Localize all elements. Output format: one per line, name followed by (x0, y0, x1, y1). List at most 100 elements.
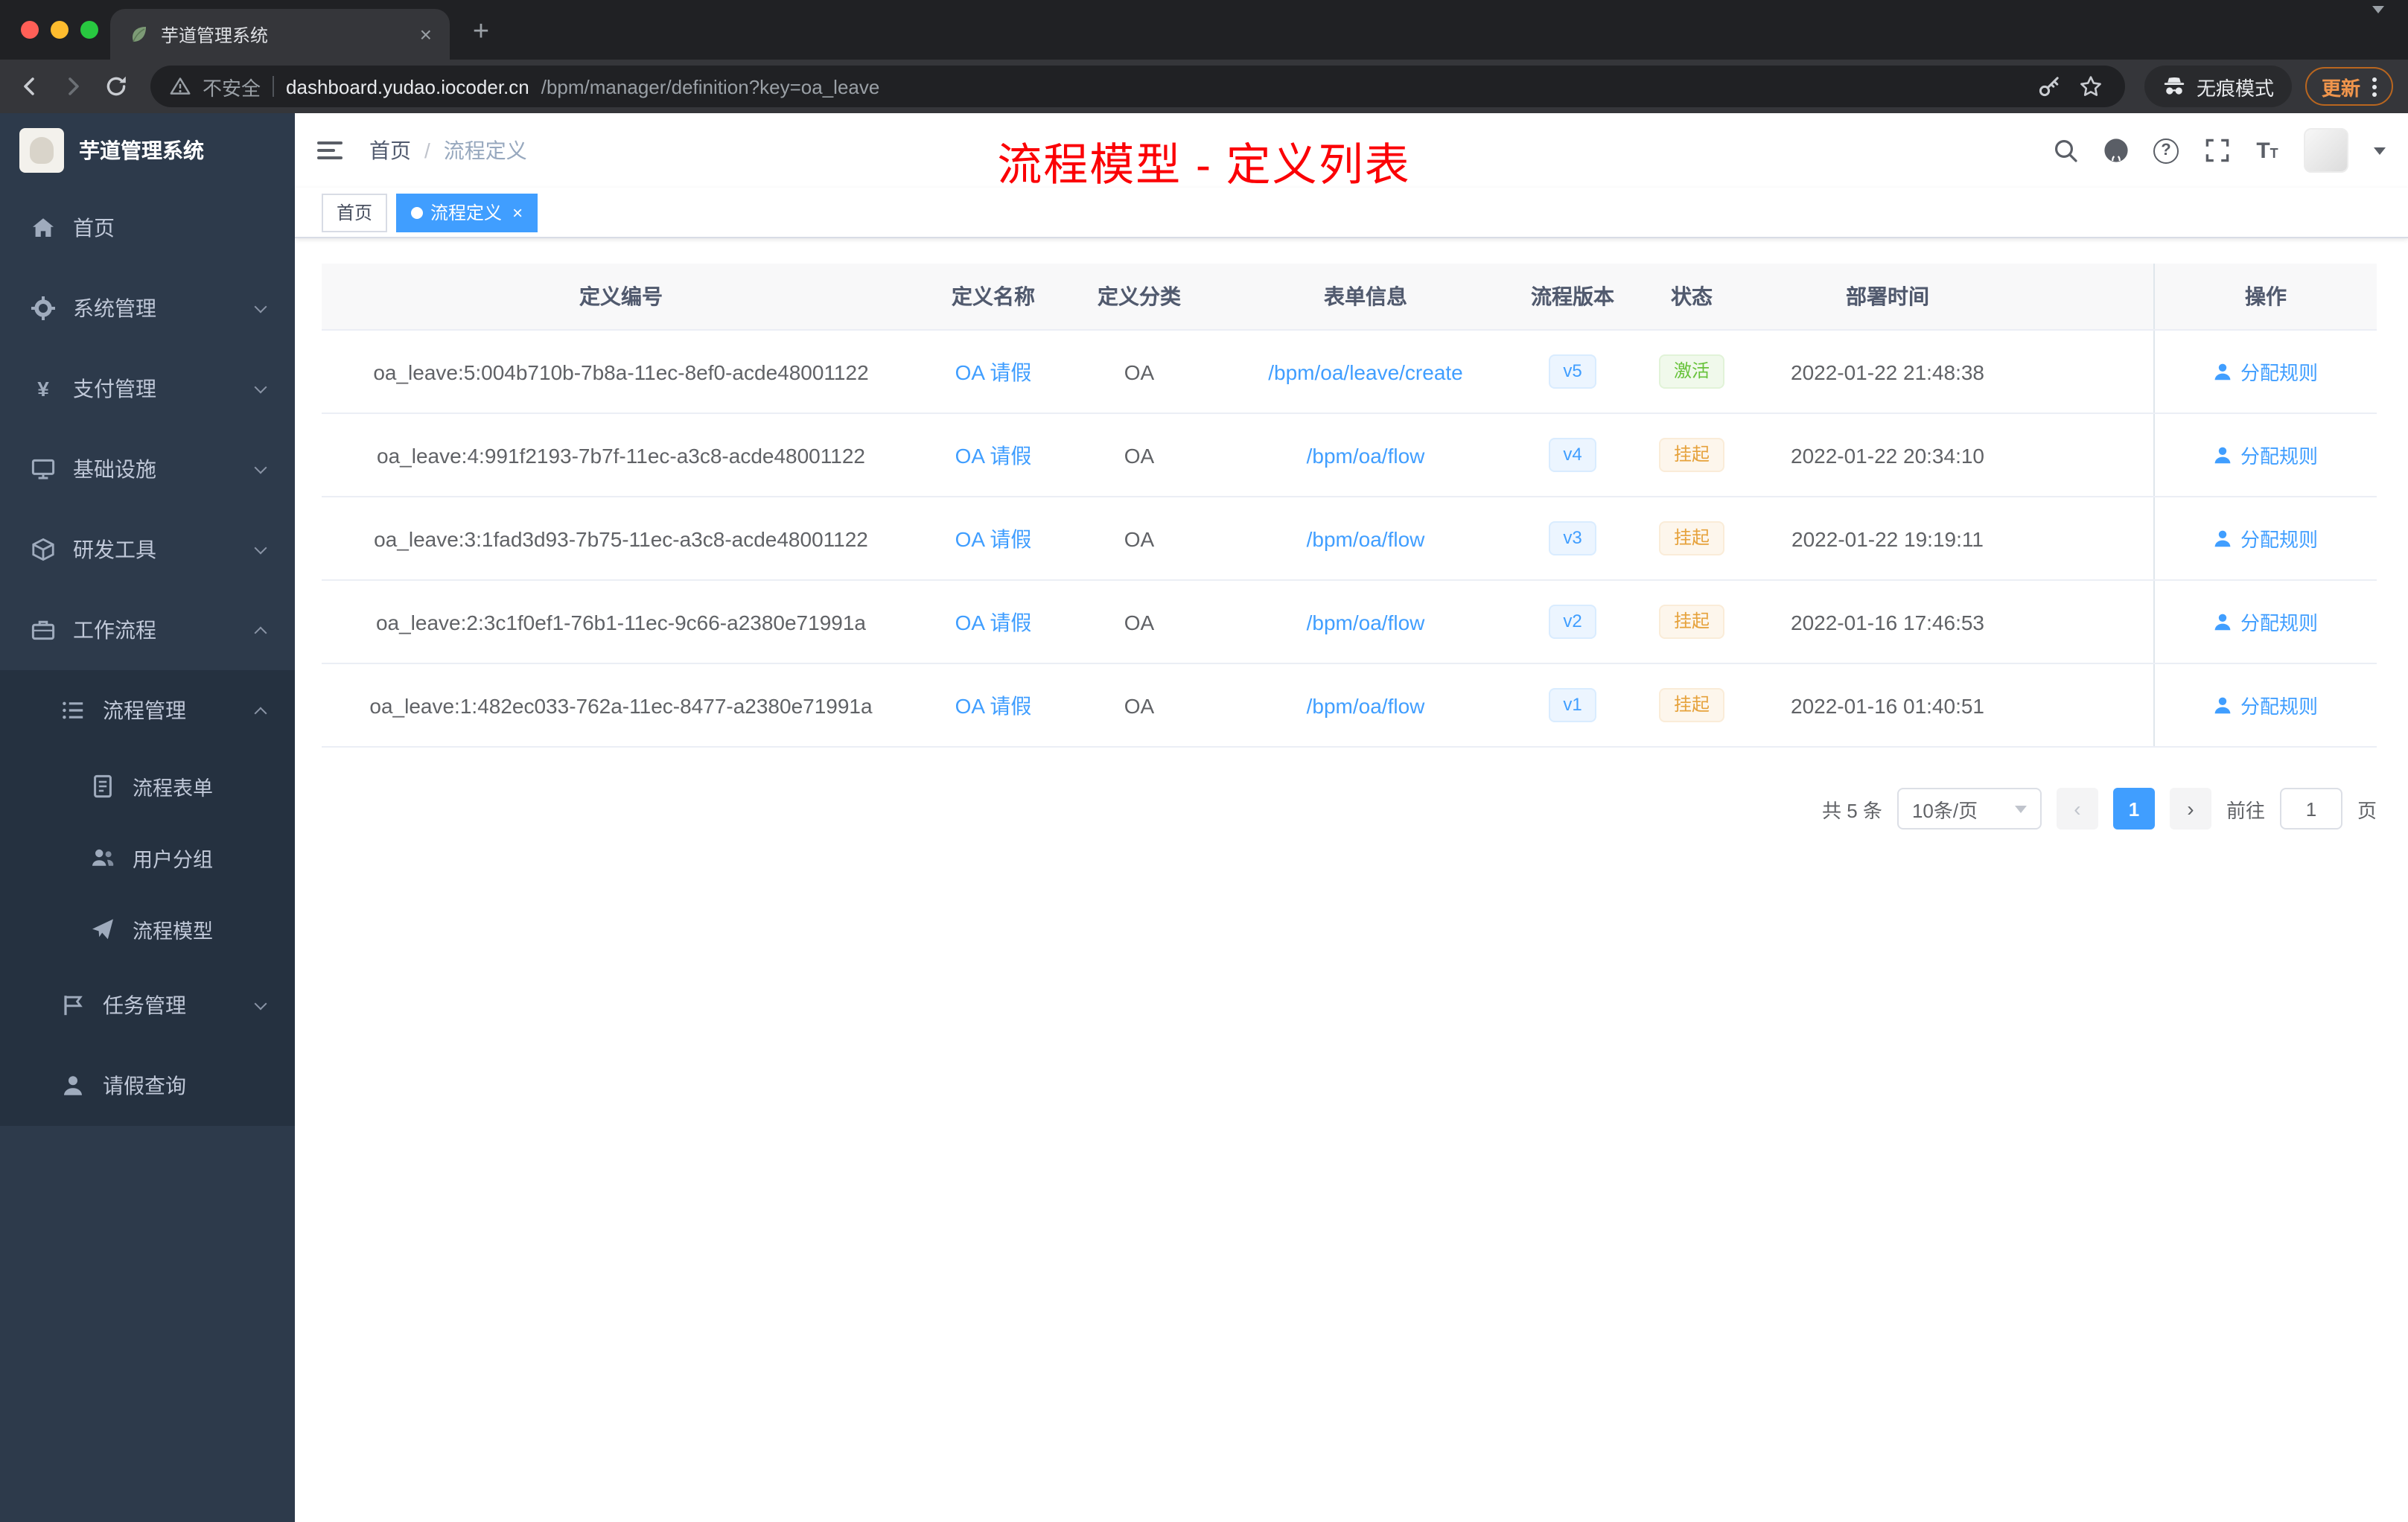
sidebar-item-process-model[interactable]: 流程模型 (0, 894, 295, 965)
sidebar-item-payment[interactable]: ¥ 支付管理 (0, 348, 295, 429)
col-status: 状态 (1671, 284, 1713, 308)
status-badge: 挂起 (1658, 688, 1724, 722)
col-deploy-time: 部署时间 (1846, 284, 1929, 308)
cell-category: OA (1124, 610, 1155, 634)
sidebar-item-system[interactable]: 系统管理 (0, 268, 295, 348)
assign-rule-link[interactable]: 分配规则 (2214, 357, 2318, 386)
definition-name-link[interactable]: OA 请假 (955, 443, 1032, 467)
cell-status: 挂起 (1626, 605, 1757, 639)
definition-table: 定义编号 定义名称 定义分类 表单信息 流程版本 状态 部署时间 操作 oa_l… (322, 264, 2377, 748)
sidebar-item-label: 基础设施 (73, 457, 156, 481)
github-icon[interactable] (2101, 136, 2130, 165)
cell-actions: 分配规则 (2153, 414, 2377, 496)
page-size-select[interactable]: 10条/页 (1896, 788, 2042, 830)
browser-tabstrip: 芋道管理系统 × + (0, 0, 2408, 60)
definition-name-link[interactable]: OA 请假 (955, 526, 1032, 550)
incognito-badge: 无痕模式 (2144, 66, 2292, 107)
chevron-down-icon (254, 299, 267, 313)
cell-definition-id: oa_leave:1:482ec033-762a-11ec-8477-a2380… (369, 693, 873, 717)
form-info-link[interactable]: /bpm/oa/flow (1307, 610, 1425, 634)
status-badge: 挂起 (1658, 605, 1724, 639)
help-icon[interactable]: ? (2152, 136, 2180, 165)
sidebar-item-user-group[interactable]: 用户分组 (0, 822, 295, 894)
user-icon (2215, 530, 2232, 547)
form-info-link[interactable]: /bpm/oa/flow (1307, 443, 1425, 467)
sidebar-item-devtools[interactable]: 研发工具 (0, 509, 295, 590)
cell-definition-id: oa_leave:5:004b710b-7b8a-11ec-8ef0-acde4… (373, 360, 869, 383)
window-minimize-button[interactable] (51, 21, 69, 39)
cell-definition-id: oa_leave:4:991f2193-7b7f-11ec-a3c8-acde4… (377, 443, 865, 467)
prev-page-button[interactable]: ‹ (2056, 788, 2098, 830)
chevron-down-icon (254, 380, 267, 393)
browser-window: 芋道管理系统 × + 不安全 dashboard.yudao.iocoder.c… (0, 0, 2408, 1522)
form-info-link[interactable]: /bpm/oa/leave/create (1268, 360, 1463, 383)
user-group-icon (92, 849, 114, 866)
browser-menu-icon[interactable] (2372, 77, 2377, 96)
assign-rule-link[interactable]: 分配规则 (2214, 524, 2318, 553)
sidebar-item-workflow[interactable]: 工作流程 (0, 590, 295, 670)
col-actions: 操作 (2153, 264, 2377, 329)
window-zoom-button[interactable] (80, 21, 98, 39)
user-icon (2215, 614, 2232, 631)
pagination: 共 5 条 10条/页 ‹ 1 › 前往 页 (322, 788, 2377, 830)
chevron-up-icon (254, 625, 267, 639)
sidebar-item-process-management[interactable]: 流程管理 (0, 670, 295, 751)
sidebar-item-leave-query[interactable]: 请假查询 (0, 1045, 295, 1126)
briefcase-icon (31, 620, 55, 640)
bookmark-star-icon[interactable] (2076, 71, 2106, 101)
fullscreen-icon[interactable] (2202, 136, 2231, 165)
back-icon[interactable] (15, 71, 45, 101)
cell-version: v4 (1519, 438, 1626, 472)
cell-status: 挂起 (1626, 688, 1757, 722)
sidebar-item-home[interactable]: 首页 (0, 188, 295, 268)
yen-icon: ¥ (37, 377, 49, 401)
sidebar-item-task-management[interactable]: 任务管理 (0, 965, 295, 1045)
cell-actions: 分配规则 (2153, 497, 2377, 579)
tag-process-definition[interactable]: 流程定义 × (396, 193, 538, 232)
tab-search-icon[interactable] (2372, 6, 2384, 40)
browser-tab[interactable]: 芋道管理系统 × (110, 9, 450, 60)
sidebar-item-infrastructure[interactable]: 基础设施 (0, 429, 295, 509)
avatar-caret-icon[interactable] (2374, 147, 2386, 154)
assign-rule-link[interactable]: 分配规则 (2214, 608, 2318, 636)
breadcrumb-home[interactable]: 首页 (369, 136, 411, 165)
tag-close-icon[interactable]: × (512, 202, 523, 223)
assign-rule-link[interactable]: 分配规则 (2214, 691, 2318, 719)
new-tab-button[interactable]: + (459, 10, 503, 55)
cube-icon (32, 538, 54, 561)
goto-page-input[interactable] (2279, 788, 2342, 830)
chevron-down-icon (254, 460, 267, 474)
password-key-icon[interactable] (2034, 71, 2064, 101)
url-host: dashboard.yudao.iocoder.cn (286, 75, 529, 98)
cell-definition-name: OA 请假 (920, 523, 1066, 553)
definition-name-link[interactable]: OA 请假 (955, 360, 1032, 383)
chevron-down-icon (2014, 805, 2027, 812)
window-close-button[interactable] (21, 21, 39, 39)
cell-category: OA (1124, 443, 1155, 467)
table-header-row: 定义编号 定义名称 定义分类 表单信息 流程版本 状态 部署时间 操作 (322, 264, 2377, 331)
definition-name-link[interactable]: OA 请假 (955, 693, 1032, 717)
avatar[interactable] (2304, 128, 2348, 173)
form-info-link[interactable]: /bpm/oa/flow (1307, 526, 1425, 550)
current-page-button[interactable]: 1 (2112, 788, 2155, 830)
tag-home[interactable]: 首页 (322, 193, 388, 232)
address-bar[interactable]: 不安全 dashboard.yudao.iocoder.cn/bpm/manag… (150, 66, 2125, 107)
tab-close-icon[interactable]: × (420, 22, 432, 46)
page-size-value: 10条/页 (1911, 799, 1978, 821)
next-page-button[interactable]: › (2169, 788, 2211, 830)
reload-icon[interactable] (101, 71, 131, 101)
hamburger-icon[interactable] (317, 136, 347, 165)
logo-image (19, 128, 64, 173)
sidebar-item-process-form[interactable]: 流程表单 (0, 751, 295, 822)
search-icon[interactable] (2051, 136, 2079, 165)
window-controls (21, 21, 98, 39)
font-size-icon[interactable]: TT (2253, 136, 2281, 165)
cell-definition-name: OA 请假 (920, 357, 1066, 386)
definition-name-link[interactable]: OA 请假 (955, 610, 1032, 634)
forward-icon[interactable] (58, 71, 88, 101)
chrome-update-button[interactable]: 更新 (2305, 67, 2393, 106)
table-row: oa_leave:4:991f2193-7b7f-11ec-a3c8-acde4… (322, 414, 2377, 497)
chevron-down-icon (254, 996, 267, 1010)
form-info-link[interactable]: /bpm/oa/flow (1307, 693, 1425, 717)
assign-rule-link[interactable]: 分配规则 (2214, 441, 2318, 469)
